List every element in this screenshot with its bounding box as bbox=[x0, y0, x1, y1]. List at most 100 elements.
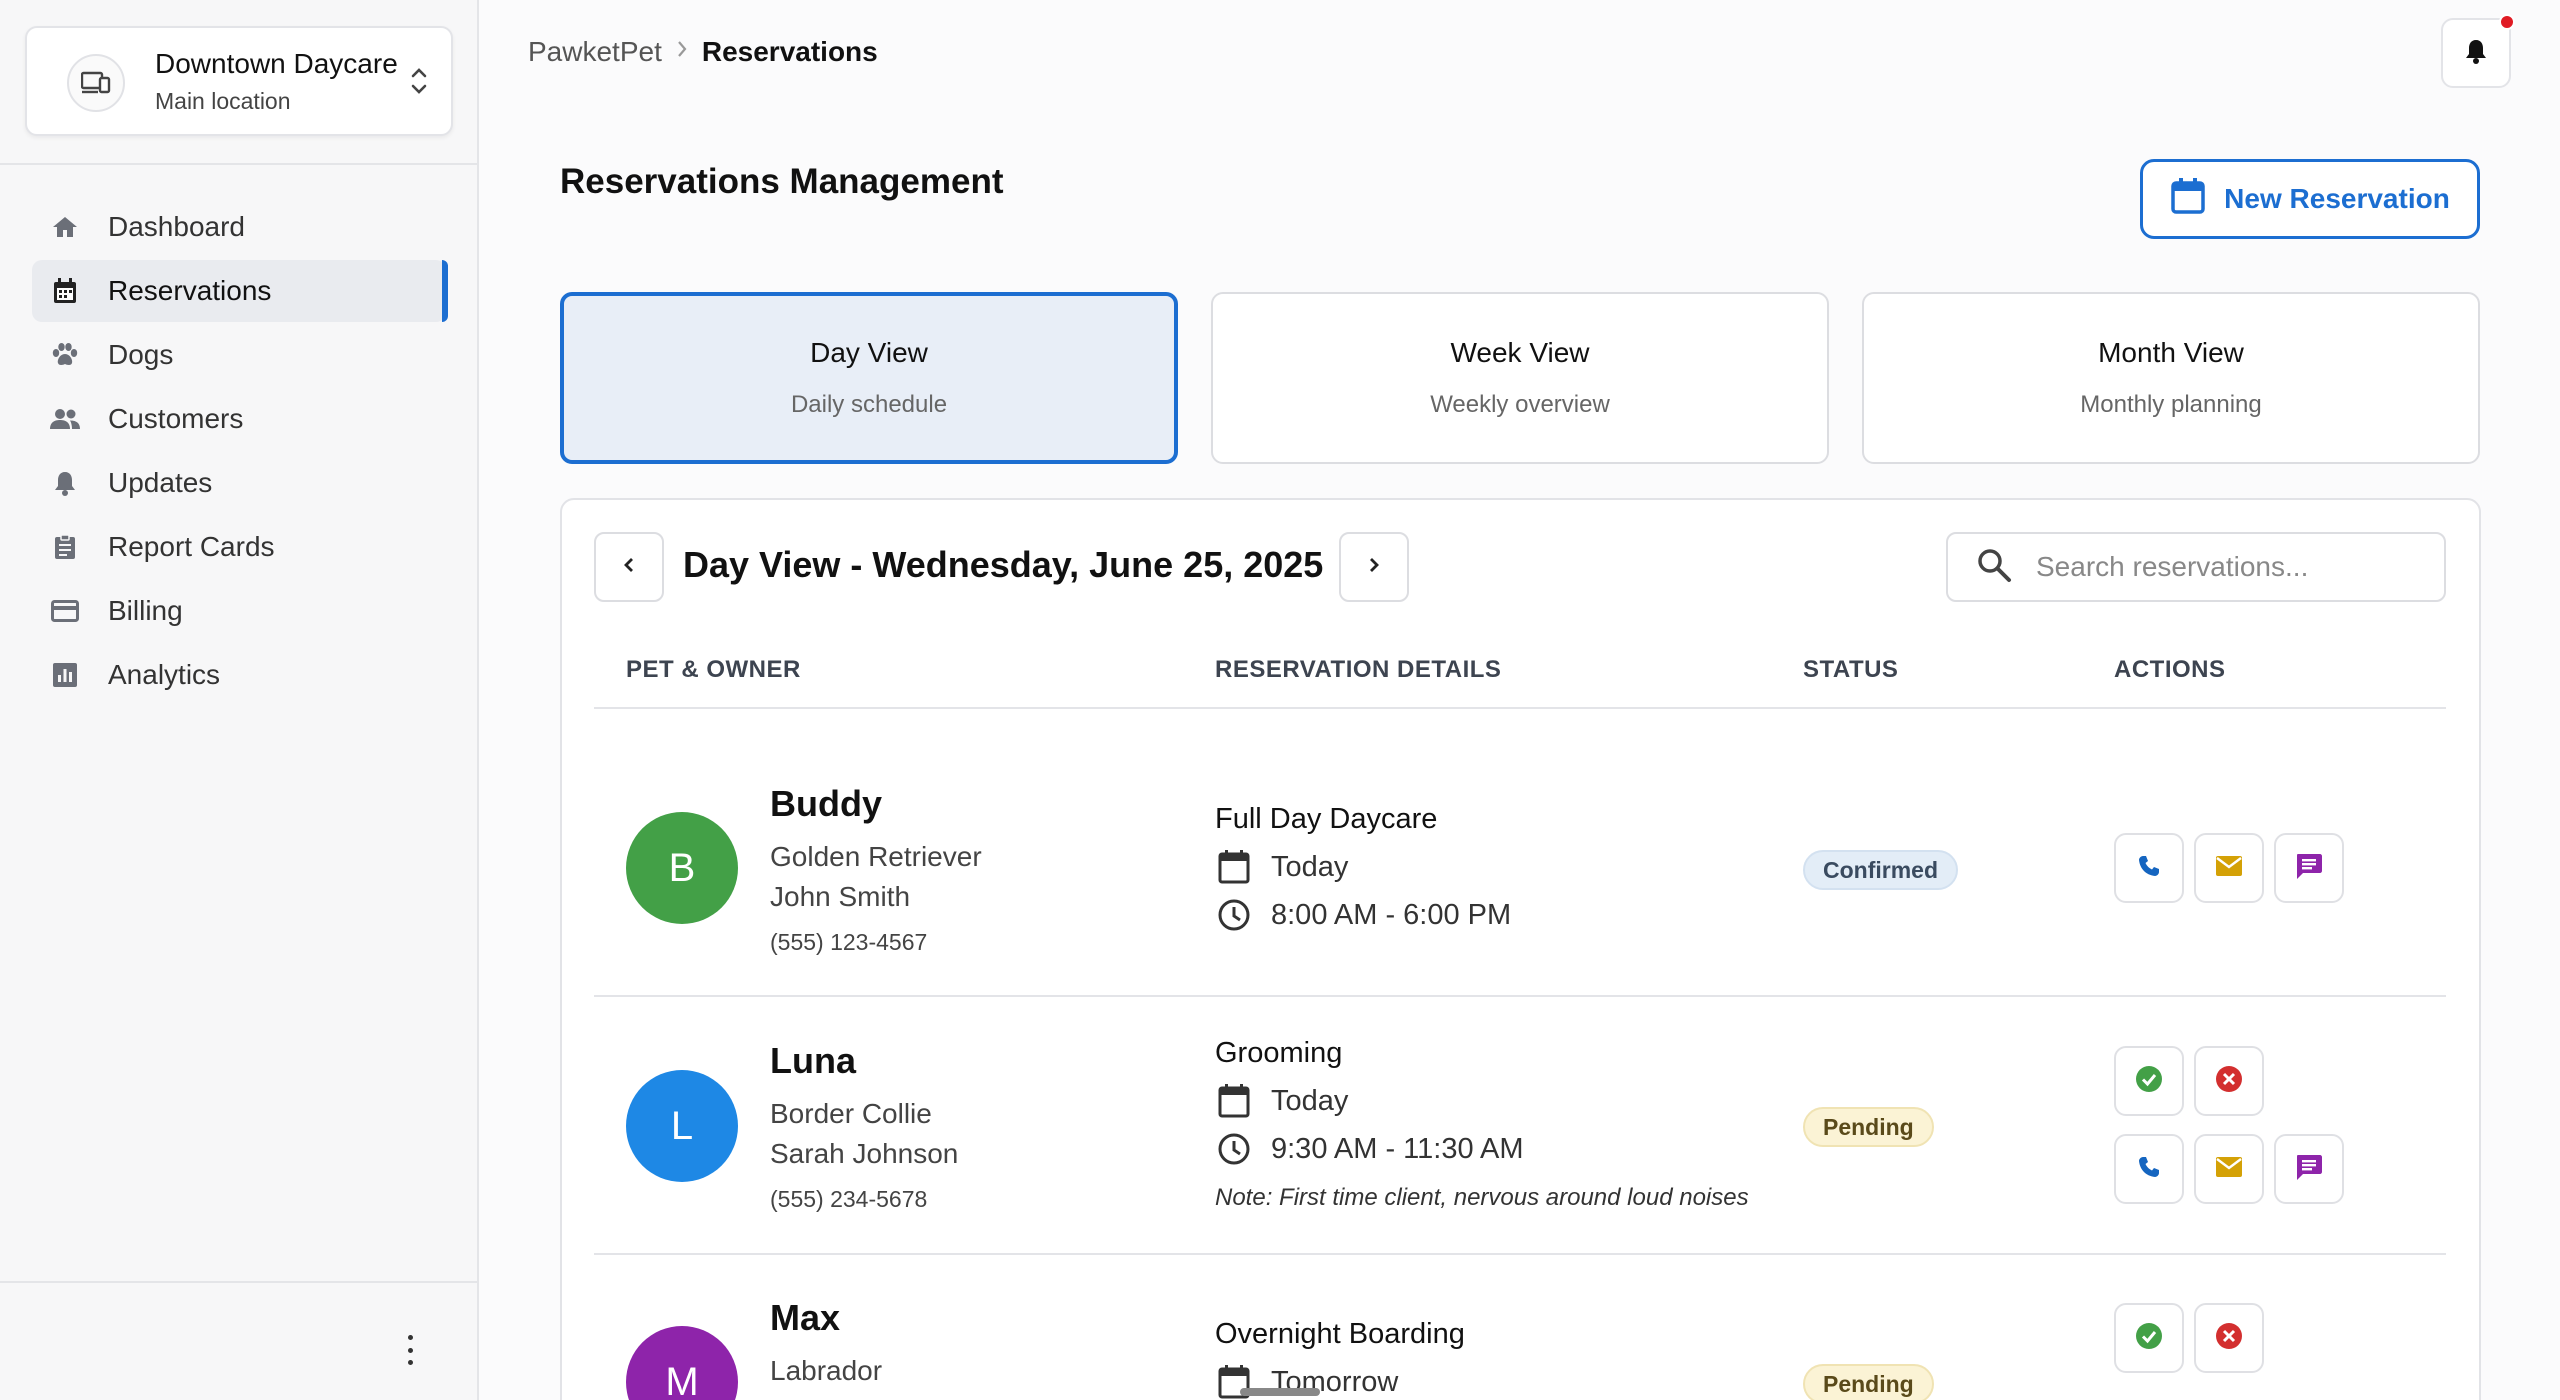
sidebar-item-label: Billing bbox=[108, 595, 183, 626]
message-button[interactable] bbox=[2274, 1134, 2344, 1204]
breadcrumb-current: Reservations bbox=[701, 36, 878, 67]
day-title: Day View - Wednesday, June 25, 2025 bbox=[683, 544, 1324, 585]
decline-button[interactable] bbox=[2194, 1046, 2264, 1116]
sidebar-item-updates[interactable]: Updates bbox=[32, 452, 446, 514]
month-view-card[interactable]: Month View Monthly planning bbox=[1862, 292, 2480, 464]
search-input[interactable] bbox=[2036, 551, 2416, 583]
location-name: Downtown Daycare bbox=[155, 48, 398, 79]
week-view-card[interactable]: Week View Weekly overview bbox=[1211, 292, 1829, 464]
sidebar-item-report-cards[interactable]: Report Cards bbox=[32, 516, 446, 578]
sidebar-item-customers[interactable]: Customers bbox=[32, 388, 446, 450]
email-button[interactable] bbox=[2194, 1134, 2264, 1204]
chevron-left-icon bbox=[622, 555, 636, 580]
home-icon bbox=[50, 212, 80, 242]
owner-name: Sarah Johnson bbox=[770, 1138, 959, 1169]
breadcrumb-root[interactable]: PawketPet bbox=[528, 36, 662, 68]
sidebar-item-label: Dashboard bbox=[108, 211, 245, 242]
pet-name: Max bbox=[770, 1297, 841, 1338]
bell-icon bbox=[2464, 38, 2488, 69]
sidebar-nav: Dashboard Reservations Dogs Customers Up… bbox=[32, 196, 448, 708]
view-subtitle: Monthly planning bbox=[2080, 391, 2262, 418]
owner-name: John Smith bbox=[770, 881, 911, 912]
paw-icon bbox=[50, 340, 80, 370]
approve-button[interactable] bbox=[2114, 1303, 2184, 1373]
location-switcher[interactable]: Downtown Daycare Main location bbox=[25, 26, 453, 136]
clock-icon bbox=[1215, 896, 1253, 934]
sidebar-divider bbox=[0, 163, 479, 165]
status-badge: Confirmed bbox=[1803, 850, 1958, 890]
col-header-pet-owner: PET & OWNER bbox=[626, 656, 801, 683]
new-reservation-button[interactable]: New Reservation bbox=[2140, 159, 2480, 239]
sidebar-item-label: Reservations bbox=[108, 275, 272, 306]
col-header-details: RESERVATION DETAILS bbox=[1215, 656, 1502, 683]
day-view-card[interactable]: Day View Daily schedule bbox=[560, 292, 1178, 464]
row-divider bbox=[594, 1253, 2446, 1255]
sidebar-item-analytics[interactable]: Analytics bbox=[32, 644, 446, 706]
reservation-time: 9:30 AM - 11:30 AM bbox=[1215, 1130, 1524, 1168]
check-circle-icon bbox=[2135, 1322, 2163, 1355]
credit-card-icon bbox=[50, 596, 80, 626]
sidebar-item-label: Dogs bbox=[108, 339, 174, 370]
reservation-date: Today bbox=[1215, 1082, 1348, 1120]
chevron-right-icon bbox=[1367, 555, 1381, 580]
search-box[interactable] bbox=[1946, 532, 2446, 602]
view-subtitle: Weekly overview bbox=[1430, 391, 1610, 418]
reservation-time: 8:00 AM - 6:00 PM bbox=[1215, 896, 1511, 934]
view-title: Week View bbox=[1450, 337, 1590, 368]
approve-button[interactable] bbox=[2114, 1046, 2184, 1116]
mail-icon bbox=[2215, 1156, 2243, 1183]
check-circle-icon bbox=[2135, 1065, 2163, 1098]
sidebar-item-billing[interactable]: Billing bbox=[32, 580, 446, 642]
calendar-icon bbox=[1215, 848, 1253, 886]
view-subtitle: Daily schedule bbox=[790, 391, 948, 418]
owner-phone: (555) 234-5678 bbox=[770, 1186, 928, 1212]
message-button[interactable] bbox=[2274, 833, 2344, 903]
reservation-date: Today bbox=[1215, 848, 1348, 886]
email-button[interactable] bbox=[2194, 833, 2264, 903]
date-text: Today bbox=[1271, 1084, 1349, 1117]
sidebar-item-dashboard[interactable]: Dashboard bbox=[32, 196, 446, 258]
header-divider bbox=[594, 707, 2446, 709]
clipboard-icon bbox=[50, 532, 80, 562]
more-options-icon[interactable] bbox=[398, 1335, 422, 1365]
pet-breed: Labrador bbox=[770, 1355, 883, 1386]
chat-icon bbox=[2295, 1153, 2323, 1186]
pet-breed: Border Collie bbox=[770, 1098, 932, 1129]
horizontal-scrollbar[interactable] bbox=[1240, 1388, 1320, 1396]
view-title: Month View bbox=[2098, 337, 2244, 368]
sidebar-item-reservations[interactable]: Reservations bbox=[32, 260, 448, 322]
sidebar-item-label: Customers bbox=[108, 403, 244, 434]
phone-icon bbox=[2137, 1155, 2161, 1184]
breadcrumb: PawketPet Reservations bbox=[528, 36, 878, 68]
call-button[interactable] bbox=[2114, 833, 2184, 903]
people-icon bbox=[50, 404, 80, 434]
phone-icon bbox=[2137, 854, 2161, 883]
calendar-icon bbox=[2170, 177, 2206, 222]
clock-icon bbox=[1215, 1130, 1253, 1168]
avatar: L bbox=[626, 1070, 738, 1182]
pet-breed: Golden Retriever bbox=[770, 841, 982, 872]
previous-day-button[interactable] bbox=[594, 532, 664, 602]
chart-icon bbox=[50, 660, 80, 690]
pet-name: Buddy bbox=[770, 783, 882, 824]
next-day-button[interactable] bbox=[1339, 532, 1409, 602]
cancel-circle-icon bbox=[2215, 1065, 2243, 1098]
time-text: 9:30 AM - 11:30 AM bbox=[1271, 1132, 1524, 1165]
sidebar-item-dogs[interactable]: Dogs bbox=[32, 324, 446, 386]
status-badge: Pending bbox=[1803, 1107, 1934, 1147]
unfold-icon bbox=[409, 63, 429, 104]
new-reservation-label: New Reservation bbox=[2224, 183, 2450, 214]
time-text: 8:00 AM - 6:00 PM bbox=[1271, 898, 1512, 931]
bell-icon bbox=[50, 468, 80, 498]
call-button[interactable] bbox=[2114, 1134, 2184, 1204]
sidebar-item-label: Updates bbox=[108, 467, 213, 498]
chat-icon bbox=[2295, 852, 2323, 885]
sidebar-item-label: Report Cards bbox=[108, 531, 275, 562]
owner-phone: (555) 123-4567 bbox=[770, 929, 928, 955]
decline-button[interactable] bbox=[2194, 1303, 2264, 1373]
page-title: Reservations Management bbox=[560, 162, 1004, 201]
notifications-button[interactable] bbox=[2441, 14, 2515, 88]
service-type: Full Day Daycare bbox=[1215, 803, 1438, 835]
service-type: Overnight Boarding bbox=[1215, 1318, 1465, 1350]
devices-icon bbox=[67, 54, 125, 112]
